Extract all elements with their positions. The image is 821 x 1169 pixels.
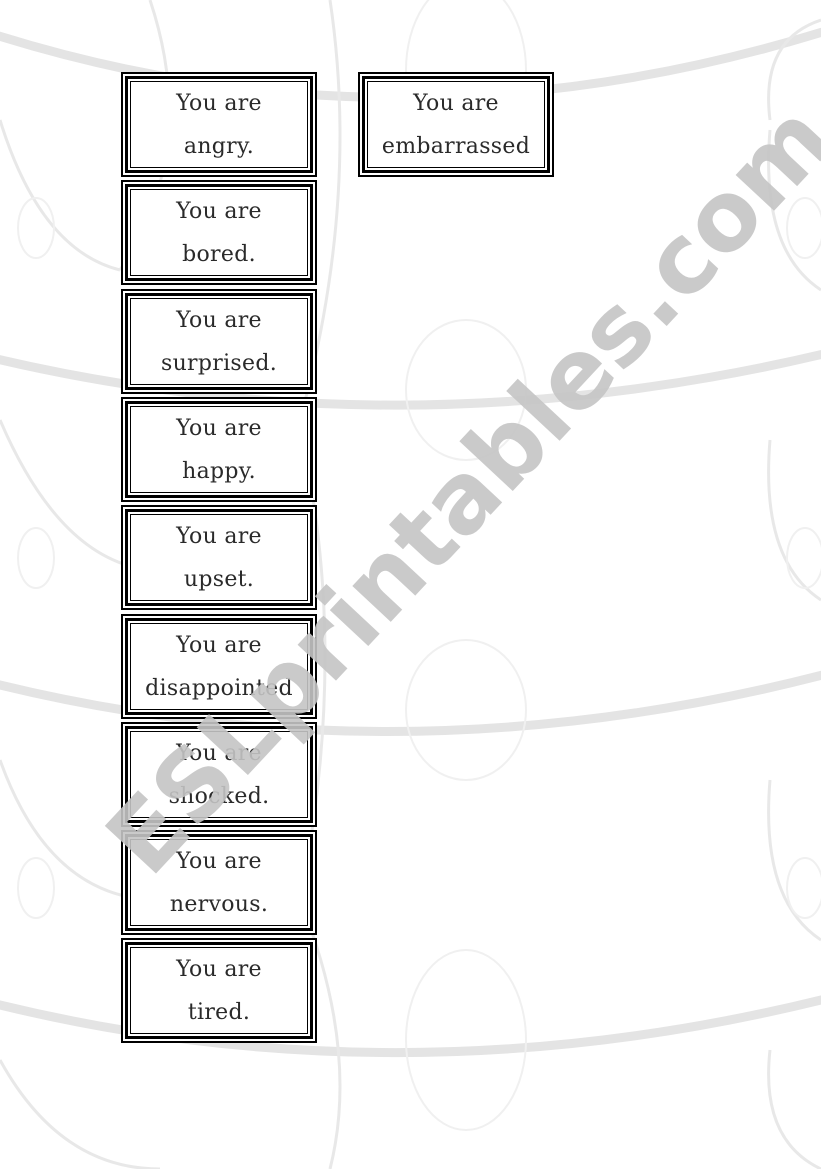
card-line-1: You are xyxy=(176,415,262,441)
emotion-card: You are shocked. xyxy=(121,722,317,827)
card-content: You are tired. xyxy=(130,947,308,1034)
card-border: You are nervous. xyxy=(125,834,313,931)
emotion-card: You are disappointed xyxy=(121,614,317,719)
card-border: You are shocked. xyxy=(125,726,313,823)
card-line-1: You are xyxy=(176,198,262,224)
card-line-1: You are xyxy=(176,848,262,874)
emotion-card: You are angry. xyxy=(121,72,317,177)
card-line-1: You are xyxy=(176,307,262,333)
card-line-1: You are xyxy=(176,90,262,116)
card-content: You are surprised. xyxy=(130,298,308,385)
emotion-card: You are tired. xyxy=(121,938,317,1043)
emotion-card: You are upset. xyxy=(121,505,317,610)
card-line-1: You are xyxy=(176,740,262,766)
card-border: You are angry. xyxy=(125,76,313,173)
card-border: You are tired. xyxy=(125,942,313,1039)
emotion-card: You are bored. xyxy=(121,180,317,285)
card-content: You are bored. xyxy=(130,189,308,276)
card-line-2: nervous. xyxy=(169,891,269,917)
card-line-2: bored. xyxy=(182,241,256,267)
card-line-1: You are xyxy=(413,90,499,116)
emotion-card: You are happy. xyxy=(121,397,317,502)
card-line-1: You are xyxy=(176,523,262,549)
card-content: You are angry. xyxy=(130,81,308,168)
card-content: You are shocked. xyxy=(130,731,308,818)
card-content: You are happy. xyxy=(130,406,308,493)
card-line-2: upset. xyxy=(183,566,255,592)
emotion-card: You are surprised. xyxy=(121,289,317,394)
card-border: You are happy. xyxy=(125,401,313,498)
card-content: You are embarrassed xyxy=(367,81,545,168)
card-border: You are disappointed xyxy=(125,618,313,715)
emotion-card: You are embarrassed xyxy=(358,72,554,177)
card-line-1: You are xyxy=(176,632,262,658)
card-line-2: disappointed xyxy=(145,675,293,701)
card-content: You are nervous. xyxy=(130,839,308,926)
card-border: You are bored. xyxy=(125,184,313,281)
card-line-2: angry. xyxy=(183,133,255,159)
card-line-1: You are xyxy=(176,956,262,982)
card-line-2: surprised. xyxy=(161,350,277,376)
card-line-2: tired. xyxy=(187,999,251,1025)
card-line-2: happy. xyxy=(182,458,256,484)
card-line-2: shocked. xyxy=(168,783,270,809)
card-content: You are disappointed xyxy=(130,623,308,710)
card-border: You are upset. xyxy=(125,509,313,606)
emotion-card: You are nervous. xyxy=(121,830,317,935)
card-border: You are embarrassed xyxy=(362,76,550,173)
card-content: You are upset. xyxy=(130,514,308,601)
card-border: You are surprised. xyxy=(125,293,313,390)
card-line-2: embarrassed xyxy=(381,133,531,159)
